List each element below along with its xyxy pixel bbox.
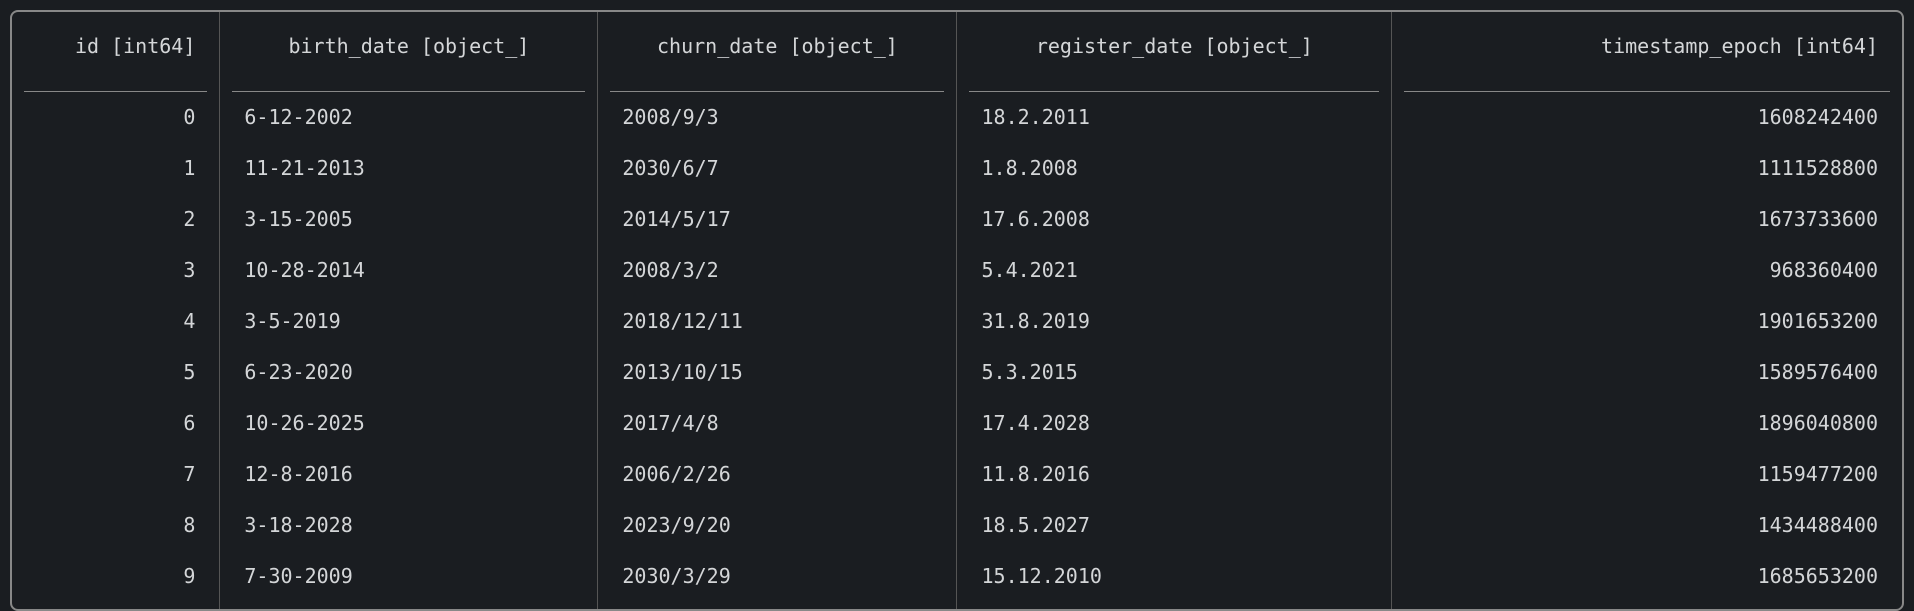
cell-birth-date: 12-8-2016 — [220, 449, 598, 500]
cell-id: 5 — [12, 347, 220, 398]
table-row: 7 12-8-2016 2006/2/26 11.8.2016 11594772… — [12, 449, 1902, 500]
table-row: 9 7-30-2009 2030/3/29 15.12.2010 1685653… — [12, 551, 1902, 609]
header-divider — [12, 81, 1902, 92]
cell-birth-date: 11-21-2013 — [220, 143, 598, 194]
table-row: 5 6-23-2020 2013/10/15 5.3.2015 15895764… — [12, 347, 1902, 398]
cell-churn-date: 2006/2/26 — [598, 449, 957, 500]
cell-churn-date: 2008/9/3 — [598, 92, 957, 143]
cell-register-date: 11.8.2016 — [957, 449, 1392, 500]
cell-birth-date: 10-28-2014 — [220, 245, 598, 296]
cell-id: 9 — [12, 551, 220, 609]
cell-timestamp-epoch: 1111528800 — [1392, 143, 1902, 194]
cell-churn-date: 2017/4/8 — [598, 398, 957, 449]
cell-id: 7 — [12, 449, 220, 500]
cell-timestamp-epoch: 1685653200 — [1392, 551, 1902, 609]
table-row: 1 11-21-2013 2030/6/7 1.8.2008 111152880… — [12, 143, 1902, 194]
column-header-timestamp-epoch: timestamp_epoch [int64] — [1392, 12, 1902, 81]
cell-id: 0 — [12, 92, 220, 143]
cell-churn-date: 2008/3/2 — [598, 245, 957, 296]
cell-id: 4 — [12, 296, 220, 347]
table-row: 3 10-28-2014 2008/3/2 5.4.2021 968360400 — [12, 245, 1902, 296]
cell-timestamp-epoch: 1901653200 — [1392, 296, 1902, 347]
cell-id: 8 — [12, 500, 220, 551]
cell-churn-date: 2018/12/11 — [598, 296, 957, 347]
column-header-register-date: register_date [object_] — [957, 12, 1392, 81]
column-header-id: id [int64] — [12, 12, 220, 81]
cell-register-date: 31.8.2019 — [957, 296, 1392, 347]
cell-id: 1 — [12, 143, 220, 194]
table-row: 8 3-18-2028 2023/9/20 18.5.2027 14344884… — [12, 500, 1902, 551]
cell-churn-date: 2030/3/29 — [598, 551, 957, 609]
table-row: 2 3-15-2005 2014/5/17 17.6.2008 16737336… — [12, 194, 1902, 245]
cell-register-date: 15.12.2010 — [957, 551, 1392, 609]
cell-id: 6 — [12, 398, 220, 449]
cell-register-date: 17.6.2008 — [957, 194, 1392, 245]
cell-churn-date: 2023/9/20 — [598, 500, 957, 551]
table-body: 0 6-12-2002 2008/9/3 18.2.2011 160824240… — [12, 81, 1902, 609]
cell-register-date: 18.2.2011 — [957, 92, 1392, 143]
cell-timestamp-epoch: 1608242400 — [1392, 92, 1902, 143]
data-table: id [int64] birth_date [object_] churn_da… — [12, 12, 1902, 609]
cell-churn-date: 2030/6/7 — [598, 143, 957, 194]
cell-birth-date: 3-5-2019 — [220, 296, 598, 347]
cell-register-date: 17.4.2028 — [957, 398, 1392, 449]
cell-birth-date: 3-15-2005 — [220, 194, 598, 245]
cell-register-date: 1.8.2008 — [957, 143, 1392, 194]
cell-id: 3 — [12, 245, 220, 296]
cell-timestamp-epoch: 1896040800 — [1392, 398, 1902, 449]
cell-timestamp-epoch: 968360400 — [1392, 245, 1902, 296]
cell-birth-date: 3-18-2028 — [220, 500, 598, 551]
cell-birth-date: 7-30-2009 — [220, 551, 598, 609]
cell-timestamp-epoch: 1159477200 — [1392, 449, 1902, 500]
table-row: 6 10-26-2025 2017/4/8 17.4.2028 18960408… — [12, 398, 1902, 449]
table-header-row: id [int64] birth_date [object_] churn_da… — [12, 12, 1902, 81]
cell-birth-date: 10-26-2025 — [220, 398, 598, 449]
data-table-container: id [int64] birth_date [object_] churn_da… — [10, 10, 1904, 611]
table-row: 0 6-12-2002 2008/9/3 18.2.2011 160824240… — [12, 92, 1902, 143]
cell-timestamp-epoch: 1673733600 — [1392, 194, 1902, 245]
cell-birth-date: 6-12-2002 — [220, 92, 598, 143]
cell-register-date: 18.5.2027 — [957, 500, 1392, 551]
cell-timestamp-epoch: 1434488400 — [1392, 500, 1902, 551]
cell-register-date: 5.3.2015 — [957, 347, 1392, 398]
cell-churn-date: 2013/10/15 — [598, 347, 957, 398]
cell-id: 2 — [12, 194, 220, 245]
cell-churn-date: 2014/5/17 — [598, 194, 957, 245]
cell-register-date: 5.4.2021 — [957, 245, 1392, 296]
column-header-birth-date: birth_date [object_] — [220, 12, 598, 81]
table-row: 4 3-5-2019 2018/12/11 31.8.2019 19016532… — [12, 296, 1902, 347]
cell-birth-date: 6-23-2020 — [220, 347, 598, 398]
column-header-churn-date: churn_date [object_] — [598, 12, 957, 81]
cell-timestamp-epoch: 1589576400 — [1392, 347, 1902, 398]
